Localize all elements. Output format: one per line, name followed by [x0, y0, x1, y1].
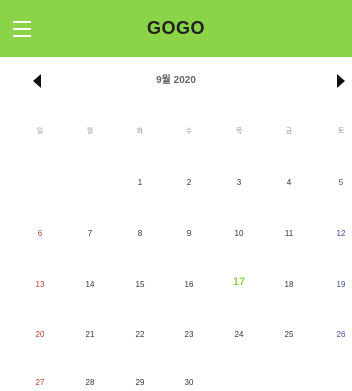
day-cell[interactable]: 10: [224, 229, 254, 238]
day-cell[interactable]: 24: [224, 330, 254, 339]
arrow-right-icon: [337, 74, 345, 88]
day-cell[interactable]: 26: [326, 330, 352, 339]
day-cell[interactable]: 19: [326, 280, 352, 289]
day-cell[interactable]: 4: [274, 178, 304, 187]
weekday-label: 화: [136, 127, 144, 135]
day-cell[interactable]: 13: [25, 280, 55, 289]
weekday-label: 금: [285, 127, 293, 135]
weekday-label: 월: [86, 127, 94, 135]
day-cell[interactable]: 11: [274, 229, 304, 238]
day-cell[interactable]: 9: [174, 229, 204, 238]
day-cell[interactable]: 8: [125, 229, 155, 238]
day-cell[interactable]: 7: [75, 229, 105, 238]
day-cell[interactable]: 27: [25, 378, 55, 387]
weekday-label: 목: [235, 127, 243, 135]
day-cell[interactable]: 30: [174, 378, 204, 387]
day-cell[interactable]: 14: [75, 280, 105, 289]
day-cell[interactable]: 18: [274, 280, 304, 289]
day-cell[interactable]: 21: [75, 330, 105, 339]
day-cell[interactable]: 25: [274, 330, 304, 339]
day-cell[interactable]: 5: [326, 178, 352, 187]
day-cell[interactable]: 2: [174, 178, 204, 187]
day-cell[interactable]: 23: [174, 330, 204, 339]
weekday-label: 일: [36, 127, 44, 135]
day-cell-today[interactable]: 17: [224, 276, 254, 288]
weekday-label: 수: [185, 127, 193, 135]
day-cell[interactable]: 29: [125, 378, 155, 387]
weekday-label: 토: [337, 127, 345, 135]
day-cell[interactable]: 22: [125, 330, 155, 339]
day-cell[interactable]: 15: [125, 280, 155, 289]
day-cell[interactable]: 16: [174, 280, 204, 289]
month-label: 9월 2020: [156, 75, 196, 86]
next-month-button[interactable]: [333, 73, 349, 89]
app-bar: GOGO: [0, 0, 352, 57]
day-cell[interactable]: 12: [326, 229, 352, 238]
day-cell[interactable]: 6: [25, 229, 55, 238]
app-title: GOGO: [146, 18, 205, 38]
day-cell[interactable]: 20: [25, 330, 55, 339]
day-cell[interactable]: 1: [125, 178, 155, 187]
day-cell[interactable]: 28: [75, 378, 105, 387]
day-cell[interactable]: 3: [224, 178, 254, 187]
